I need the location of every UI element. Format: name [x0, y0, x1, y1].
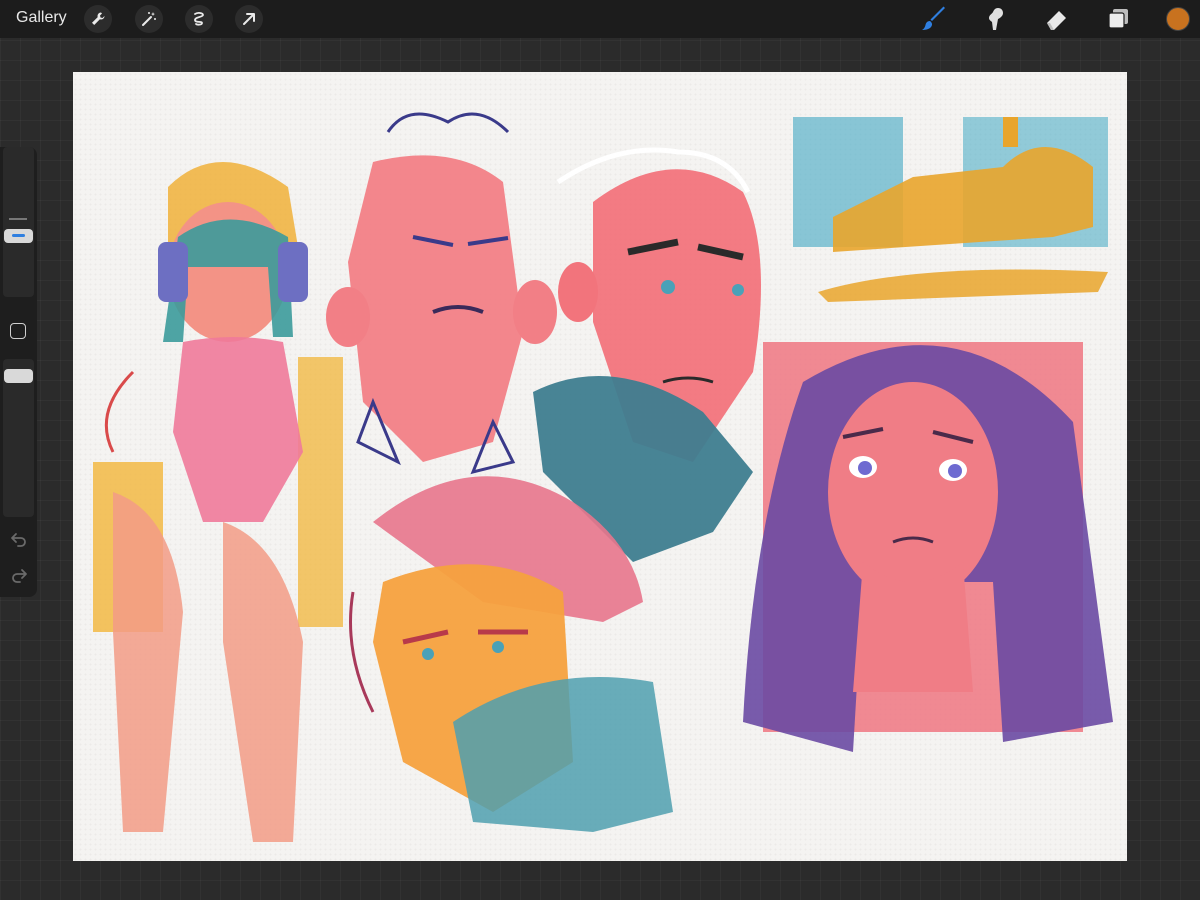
color-picker-button[interactable] — [1166, 7, 1190, 31]
brush-size-slider-thumb[interactable] — [4, 229, 33, 243]
size-slider-mark — [9, 218, 27, 220]
redo-icon[interactable] — [10, 566, 28, 584]
undo-icon[interactable] — [10, 530, 28, 548]
selection-icon — [194, 12, 204, 26]
gallery-button[interactable]: Gallery — [16, 9, 67, 27]
transform-arrow-icon — [243, 13, 255, 25]
desert-building-sketch — [793, 117, 1108, 302]
brush-size-slider[interactable] — [3, 147, 34, 297]
transform-button[interactable] — [235, 5, 263, 33]
magic-wand-icon — [142, 12, 156, 26]
artwork — [93, 112, 1113, 842]
brush-opacity-slider-thumb[interactable] — [4, 369, 33, 383]
size-thumb-indicator — [12, 234, 25, 237]
long-haired-woman-portrait — [743, 342, 1113, 752]
girl-with-headphones — [93, 162, 343, 842]
brush-tool-button[interactable] — [920, 5, 948, 33]
smudge-tool-button[interactable] — [982, 5, 1010, 33]
brush-icon — [922, 6, 945, 30]
actions-button[interactable] — [84, 5, 112, 33]
eraser-tool-button[interactable] — [1043, 5, 1071, 33]
modify-button[interactable] — [10, 323, 26, 339]
left-sidebar — [0, 147, 37, 597]
top-toolbar: Gallery — [0, 0, 1200, 38]
bald-man-portrait — [326, 112, 557, 475]
layers-button[interactable] — [1104, 5, 1132, 33]
eraser-icon — [1047, 11, 1066, 30]
wrench-icon — [92, 12, 105, 25]
layers-icon — [1108, 9, 1128, 29]
drawing-canvas[interactable] — [73, 72, 1127, 861]
smudge-icon — [989, 8, 1003, 30]
selection-button[interactable] — [185, 5, 213, 33]
adjustments-button[interactable] — [135, 5, 163, 33]
